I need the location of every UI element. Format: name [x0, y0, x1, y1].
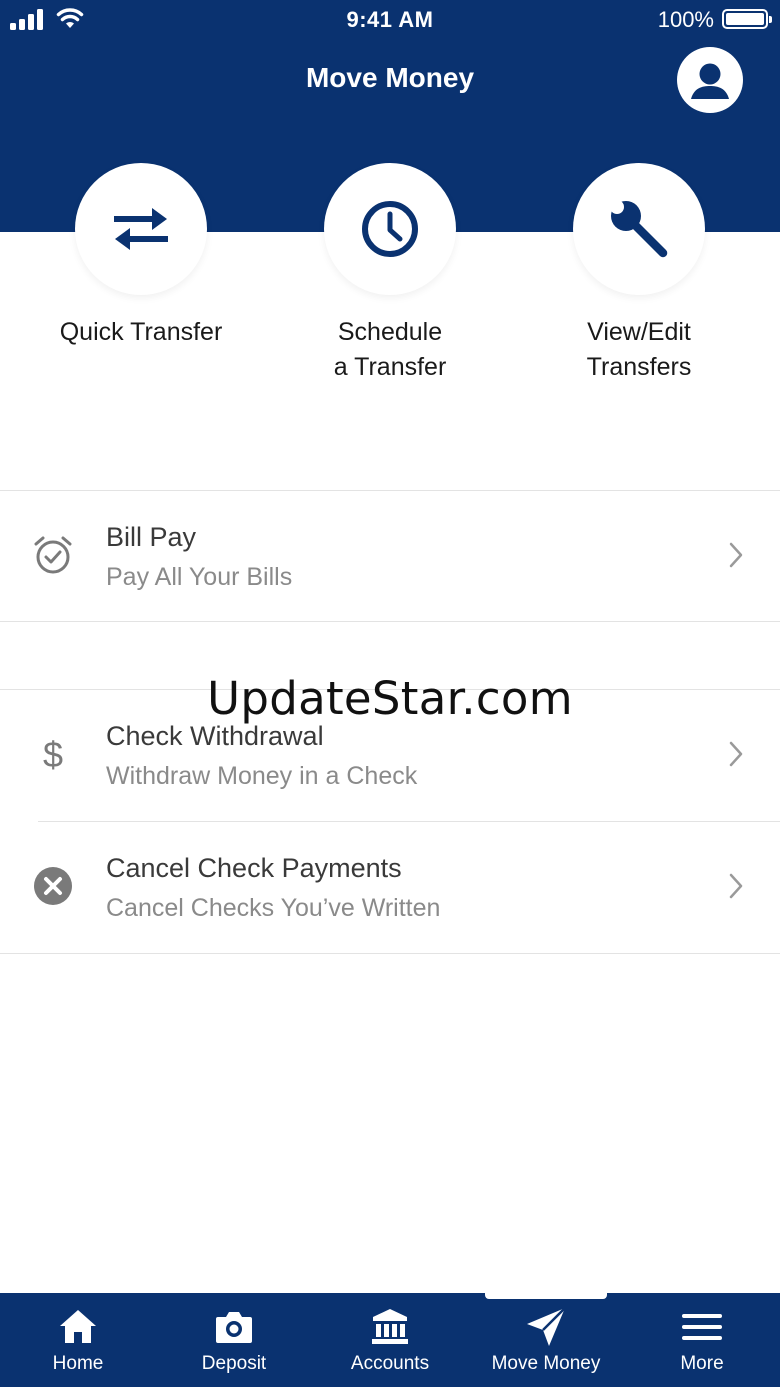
battery-icon	[722, 9, 772, 29]
list-item-bill-pay[interactable]: Bill Pay Pay All Your Bills	[0, 491, 780, 621]
alarm-check-icon	[34, 536, 72, 574]
list-item-subtitle: Cancel Checks You’ve Written	[106, 894, 441, 922]
status-bar: 9:41 AM 100%	[0, 0, 780, 40]
quick-transfer-circle[interactable]	[75, 163, 207, 295]
tab-accounts[interactable]: Accounts	[312, 1293, 468, 1387]
view-edit-transfers-label: View/Edit Transfers	[529, 315, 749, 385]
tab-label: Deposit	[201, 1353, 267, 1374]
tab-more[interactable]: More	[624, 1293, 780, 1387]
view-edit-transfers-circle[interactable]	[573, 163, 705, 295]
quick-transfer-label: Quick Transfer	[31, 315, 251, 350]
transfer-arrows-icon	[114, 208, 168, 250]
schedule-transfer-label-line-2: a Transfer	[333, 353, 447, 381]
tab-label: Move Money	[491, 1353, 601, 1374]
view-edit-transfers-label-line-1: View/Edit	[587, 318, 691, 346]
tab-home[interactable]: Home	[0, 1293, 156, 1387]
tab-label: More	[680, 1353, 724, 1374]
home-icon	[60, 1310, 96, 1343]
list-item-cancel-check-payments[interactable]: Cancel Check Payments Cancel Checks You’…	[0, 822, 780, 952]
tab-deposit[interactable]: Deposit	[156, 1293, 312, 1387]
page-title: Move Money	[305, 62, 475, 93]
view-edit-transfers-label-line-2: Transfers	[586, 353, 692, 381]
list-item-subtitle: Withdraw Money in a Check	[106, 762, 418, 790]
chevron-right-icon	[729, 741, 743, 767]
profile-button[interactable]	[677, 47, 743, 113]
quick-transfer-label-line: Quick Transfer	[59, 318, 223, 346]
user-icon	[691, 63, 729, 99]
watermark-text: UpdateStar.com	[207, 672, 573, 725]
schedule-transfer-action[interactable]: Schedule a Transfer	[280, 163, 500, 385]
schedule-transfer-label: Schedule a Transfer	[280, 315, 500, 385]
svg-text:$: $	[43, 734, 63, 774]
clock-icon	[362, 201, 418, 257]
divider	[0, 621, 780, 622]
divider	[0, 953, 780, 954]
wrench-icon	[610, 200, 668, 258]
tab-move-money[interactable]: Move Money	[468, 1293, 624, 1387]
tab-label: Accounts	[350, 1353, 430, 1374]
list-item-title: Check Withdrawal	[106, 721, 324, 751]
bank-icon	[372, 1309, 408, 1344]
view-edit-transfers-action[interactable]: View/Edit Transfers	[529, 163, 749, 385]
battery-percentage: 100%	[657, 7, 714, 32]
chevron-right-icon	[729, 873, 743, 899]
tab-label: Home	[52, 1353, 104, 1374]
chevron-right-icon	[729, 542, 743, 568]
send-icon	[527, 1307, 566, 1346]
schedule-transfer-label-line-1: Schedule	[337, 318, 443, 346]
list-item-subtitle: Pay All Your Bills	[106, 563, 293, 591]
list-item-title: Bill Pay	[106, 522, 197, 552]
list-item-title: Cancel Check Payments	[106, 853, 402, 883]
schedule-transfer-circle[interactable]	[324, 163, 456, 295]
quick-transfer-action[interactable]: Quick Transfer	[31, 163, 251, 350]
dollar-icon: $	[43, 734, 63, 774]
cancel-circle-icon	[34, 867, 72, 905]
camera-icon	[216, 1312, 252, 1343]
menu-icon	[682, 1314, 722, 1340]
